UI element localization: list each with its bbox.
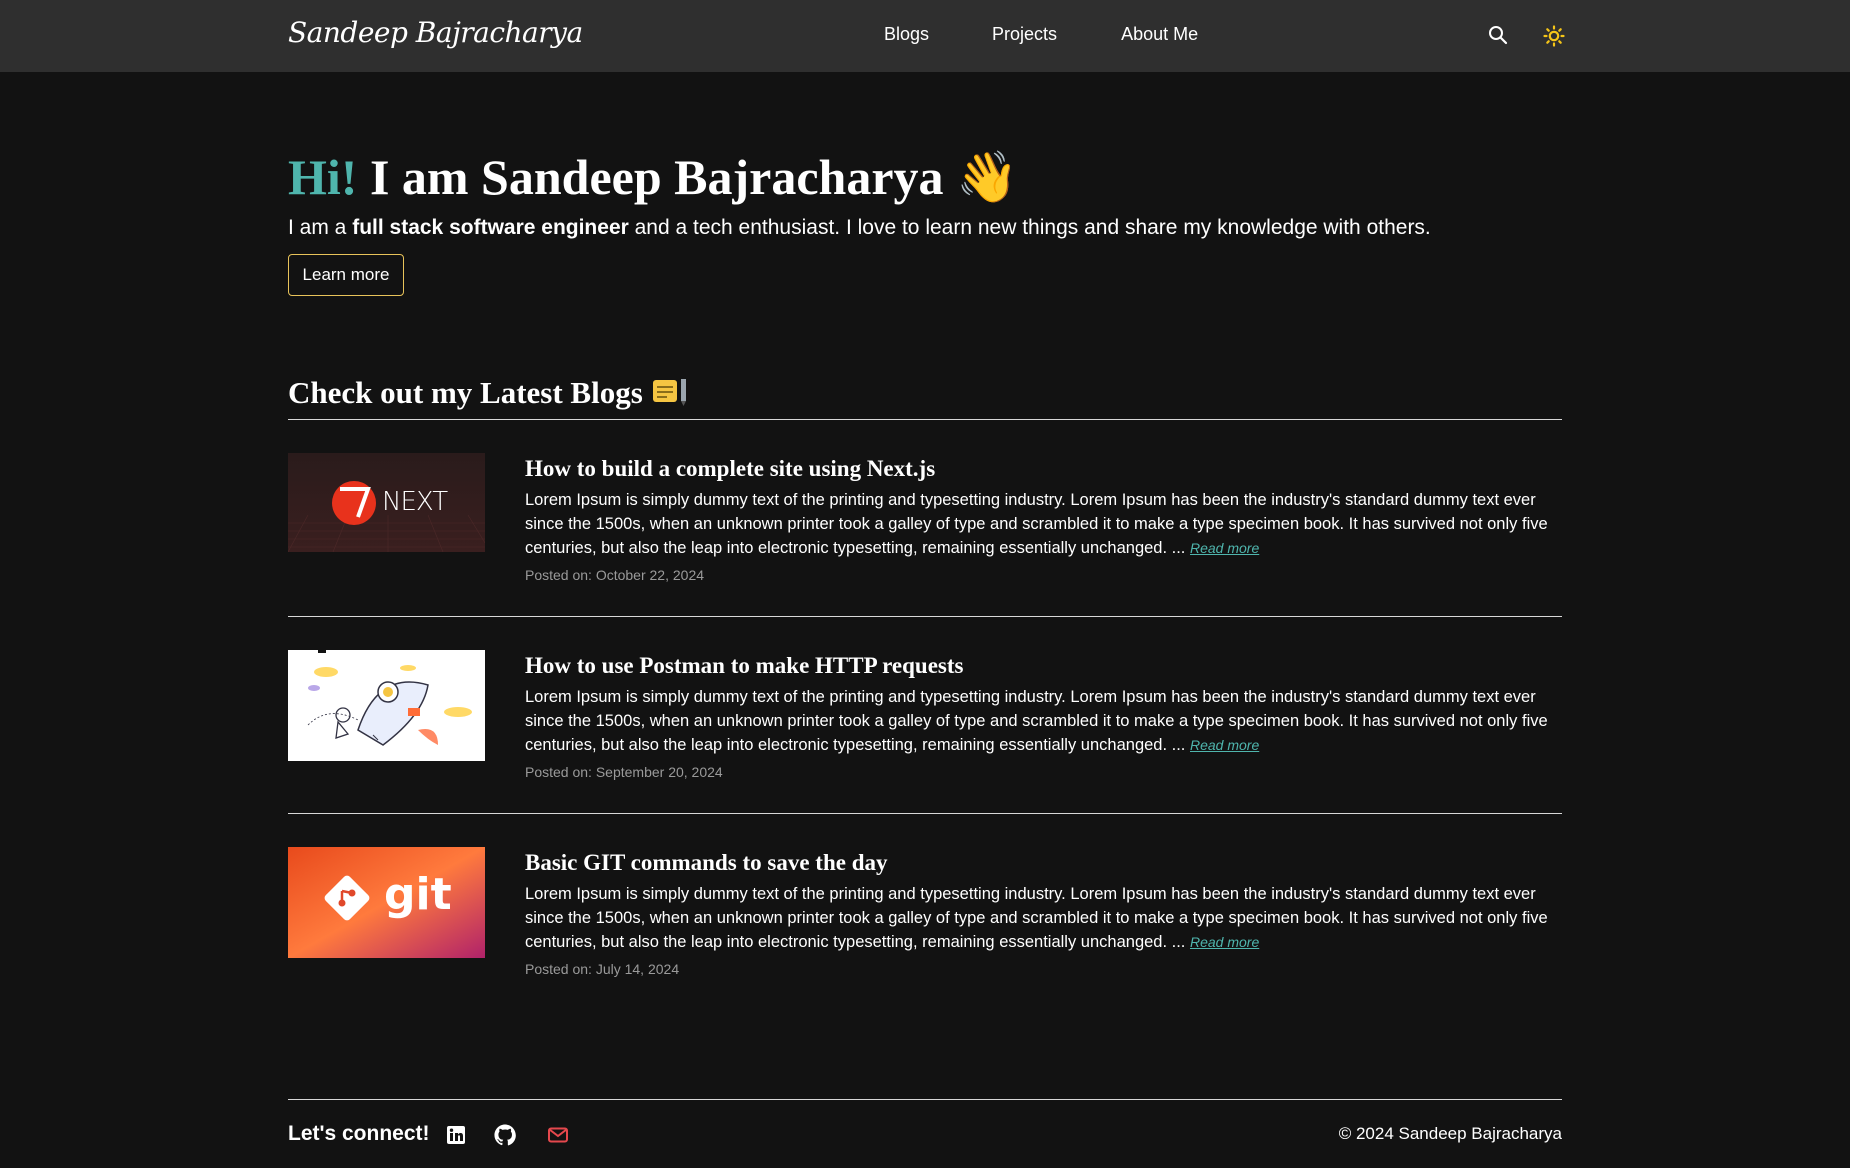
mail-icon[interactable] xyxy=(547,1124,569,1146)
github-icon[interactable] xyxy=(494,1124,516,1146)
hero-greeting: Hi! xyxy=(288,149,358,205)
post-title[interactable]: How to build a complete site using Next.… xyxy=(525,456,935,482)
lets-connect-label: Let's connect! xyxy=(288,1122,430,1145)
post-excerpt: Lorem Ipsum is simply dummy text of the … xyxy=(525,488,1555,560)
post-date: Posted on: September 20, 2024 xyxy=(525,764,723,780)
memo-icon xyxy=(651,377,689,415)
git-logo-text: git xyxy=(384,869,452,920)
hero-sub-prefix: I am a xyxy=(288,216,353,239)
search-icon[interactable] xyxy=(1488,25,1508,45)
post-excerpt: Lorem Ipsum is simply dummy text of the … xyxy=(525,685,1555,757)
nav-projects[interactable]: Projects xyxy=(992,24,1057,45)
site-header: Sandeep Bajracharya Blogs Projects About… xyxy=(0,0,1850,72)
post-thumbnail-postman[interactable] xyxy=(288,650,485,761)
footer-divider xyxy=(288,1099,1562,1100)
hero-title: Hi! I am Sandeep Bajracharya 👋 xyxy=(288,148,1018,207)
nav-blogs[interactable]: Blogs xyxy=(884,24,929,45)
hero-subtitle: I am a full stack software engineer and … xyxy=(288,216,1431,240)
post-thumbnail-git[interactable]: git xyxy=(288,847,485,958)
learn-more-button[interactable]: Learn more xyxy=(288,254,404,296)
linkedin-icon[interactable] xyxy=(445,1124,467,1146)
post-thumbnail-nextjs[interactable]: NEXT xyxy=(288,453,485,552)
post-date: Posted on: October 22, 2024 xyxy=(525,567,705,583)
wave-icon: 👋 xyxy=(956,149,1019,205)
site-logo[interactable]: Sandeep Bajracharya xyxy=(288,16,583,49)
read-more-link[interactable]: Read more xyxy=(1190,540,1259,556)
post-date: Posted on: July 14, 2024 xyxy=(525,961,680,977)
post-excerpt-text: Lorem Ipsum is simply dummy text of the … xyxy=(525,491,1548,557)
post-excerpt: Lorem Ipsum is simply dummy text of the … xyxy=(525,882,1555,954)
divider xyxy=(288,419,1562,420)
hero-sub-suffix: and a tech enthusiast. I love to learn n… xyxy=(628,216,1431,239)
nextjs-logo-text: NEXT xyxy=(382,487,448,517)
main-nav: Blogs Projects About Me xyxy=(884,24,1262,45)
divider xyxy=(288,616,1562,617)
hero-sub-bold: full stack software engineer xyxy=(352,216,629,239)
divider xyxy=(288,813,1562,814)
read-more-link[interactable]: Read more xyxy=(1190,934,1259,950)
post-excerpt-text: Lorem Ipsum is simply dummy text of the … xyxy=(525,688,1548,754)
read-more-link[interactable]: Read more xyxy=(1190,737,1259,753)
post-title[interactable]: How to use Postman to make HTTP requests xyxy=(525,653,964,679)
copyright: © 2024 Sandeep Bajracharya xyxy=(1338,1124,1562,1143)
blogs-heading-text: Check out my Latest Blogs xyxy=(288,375,651,410)
post-title[interactable]: Basic GIT commands to save the day xyxy=(525,850,888,876)
sun-icon[interactable] xyxy=(1543,25,1565,47)
post-excerpt-text: Lorem Ipsum is simply dummy text of the … xyxy=(525,885,1548,951)
nav-about-me[interactable]: About Me xyxy=(1121,24,1198,45)
blogs-heading: Check out my Latest Blogs xyxy=(288,375,689,415)
hero-name: I am Sandeep Bajracharya xyxy=(357,149,957,205)
